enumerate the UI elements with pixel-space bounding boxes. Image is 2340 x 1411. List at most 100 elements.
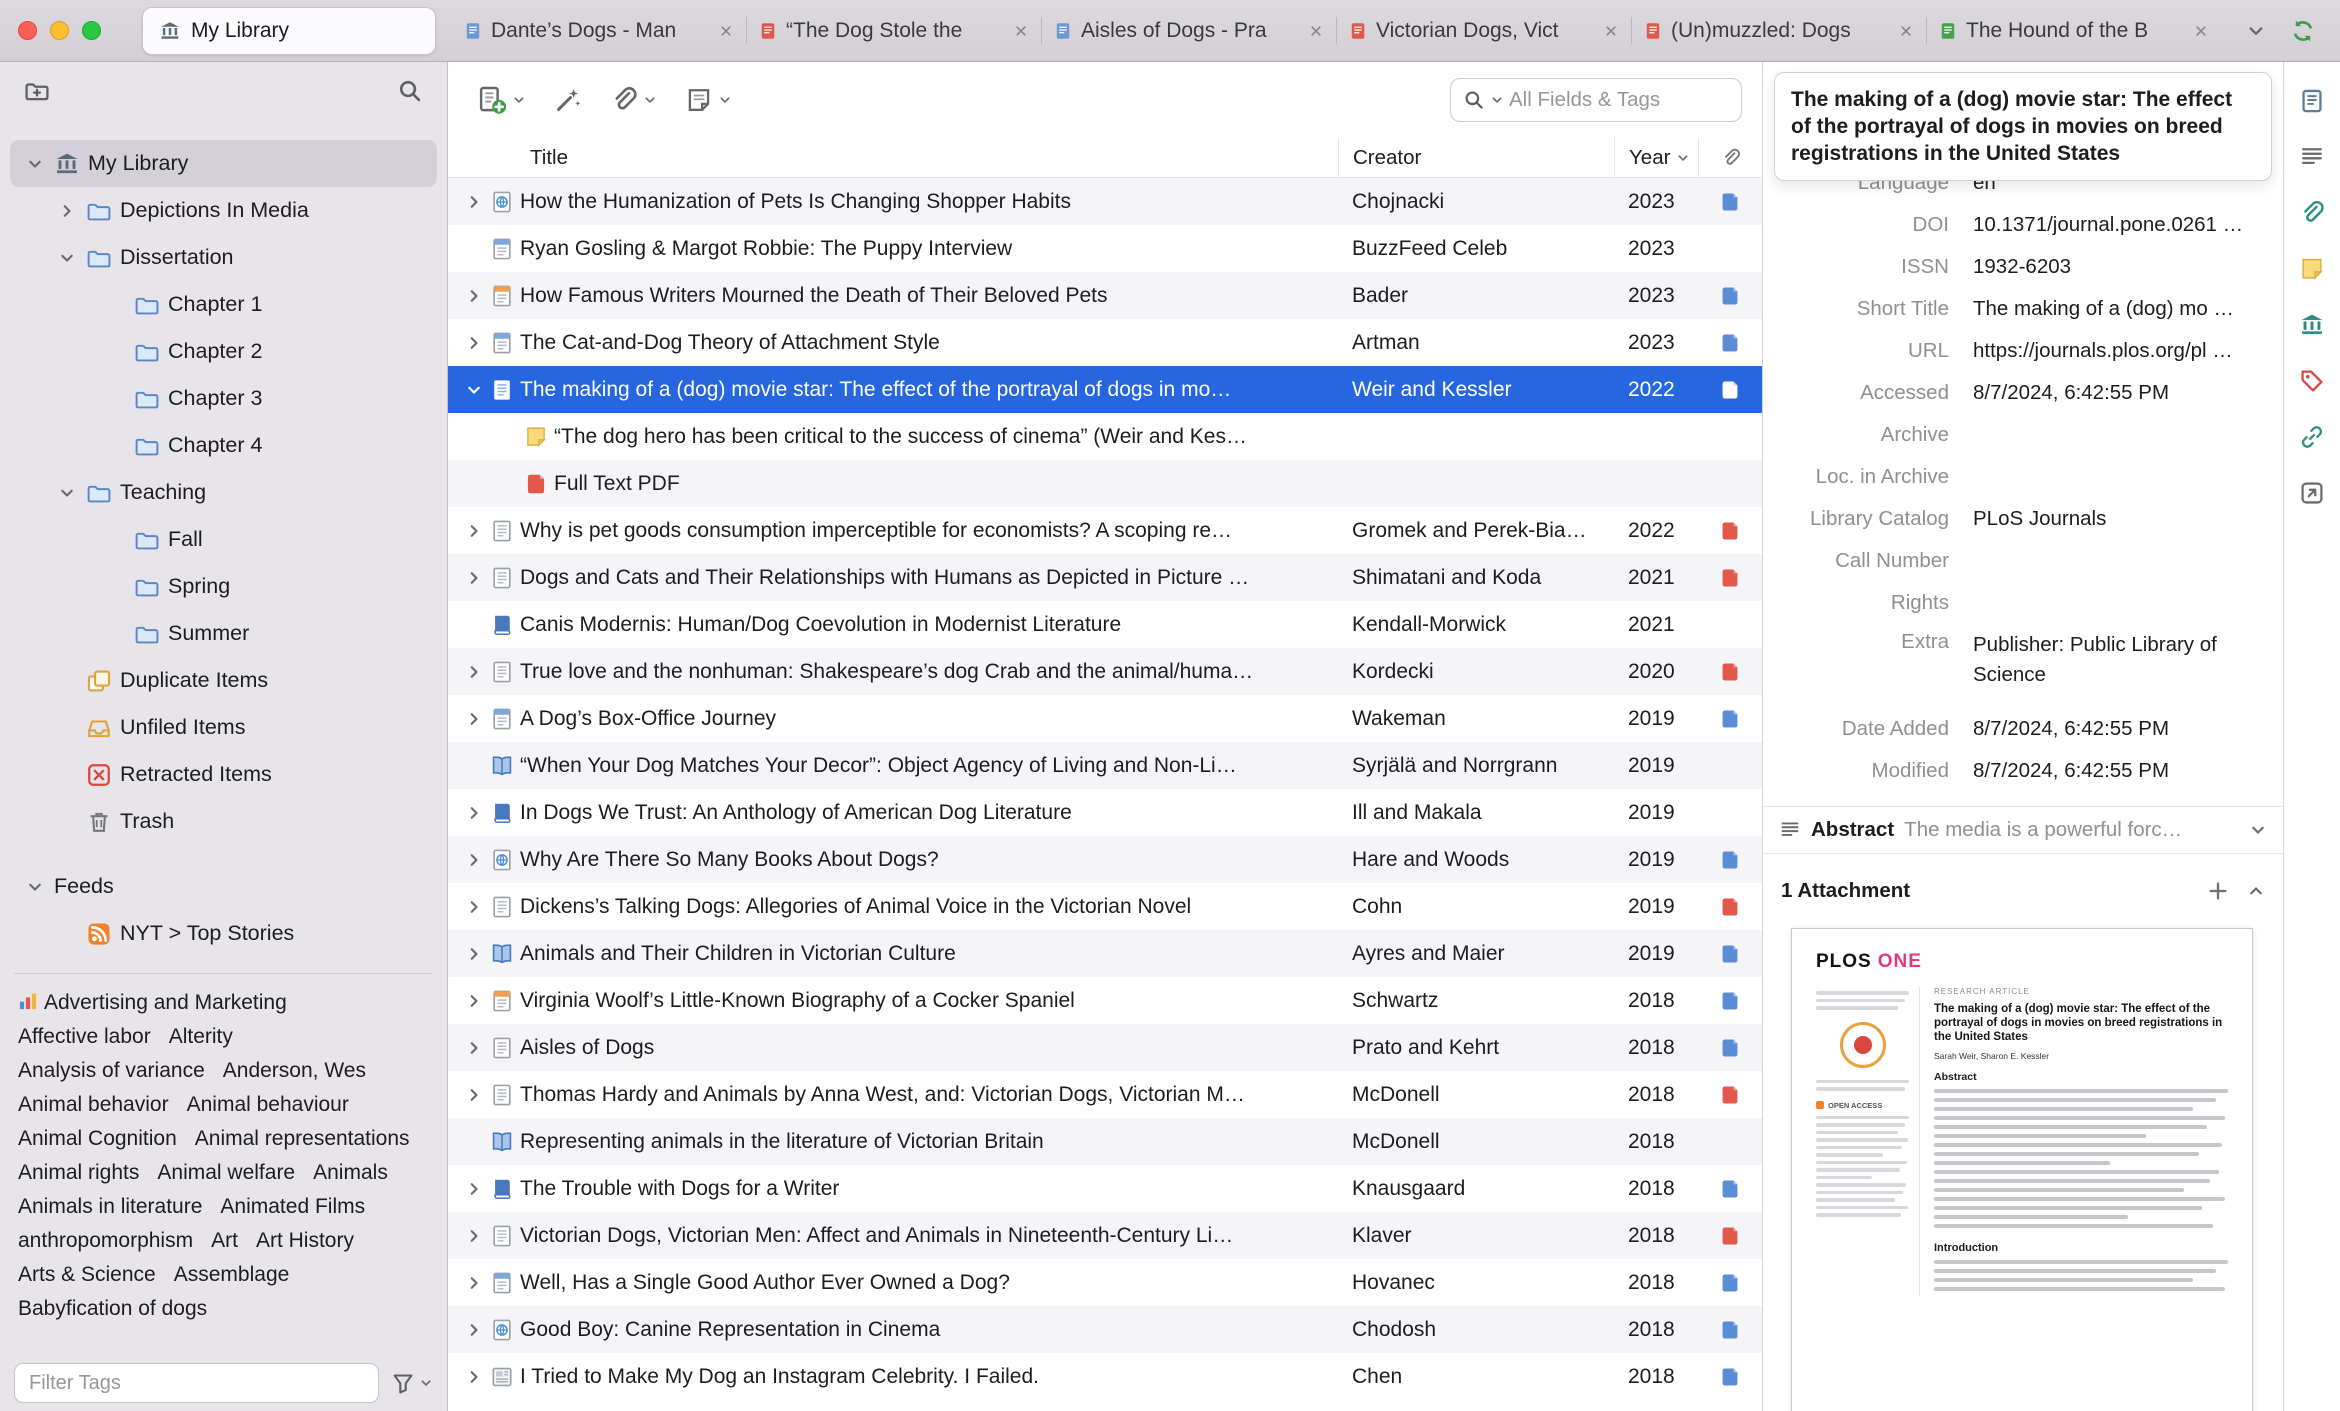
sidebar-item-fall[interactable]: Fall (10, 516, 437, 563)
item-row[interactable]: True love and the nonhuman: Shakespeare’… (448, 648, 1762, 695)
tag-animated-films[interactable]: Animated Films (220, 1190, 365, 1224)
abstract-section[interactable]: Abstract The media is a powerful forc… (1763, 806, 2283, 854)
tag-art-history[interactable]: Art History (256, 1224, 354, 1258)
chevron-down-icon[interactable] (58, 249, 76, 267)
item-row[interactable]: The Trouble with Dogs for a Writer Knausg… (448, 1165, 1762, 1212)
sidebar-item-chapter-1[interactable]: Chapter 1 (10, 281, 437, 328)
item-row[interactable]: Ryan Gosling & Margot Robbie: The Puppy … (448, 225, 1762, 272)
item-row[interactable]: Good Boy: Canine Representation in Cinem… (448, 1306, 1762, 1353)
new-collection-icon[interactable] (24, 78, 50, 104)
item-row[interactable]: Why Are There So Many Books About Dogs? H… (448, 836, 1762, 883)
tag-animal-welfare[interactable]: Animal welfare (157, 1156, 295, 1190)
close-icon[interactable] (718, 23, 734, 39)
chevron-right-icon[interactable] (58, 202, 76, 220)
item-row[interactable]: Canis Modernis: Human/Dog Coevolution in… (448, 601, 1762, 648)
tag-animals-in-literature[interactable]: Animals in literature (18, 1190, 202, 1224)
sidebar-item-chapter-4[interactable]: Chapter 4 (10, 422, 437, 469)
item-row[interactable]: In Dogs We Trust: An Anthology of Americ… (448, 789, 1762, 836)
new-note-button[interactable] (676, 78, 741, 122)
field-url[interactable]: URL https://journals.plos.org/pl … (1763, 330, 2283, 372)
tag-animal-rights[interactable]: Animal rights (18, 1156, 139, 1190)
attachment-row[interactable]: “The dog hero has been critical to the s… (448, 413, 1762, 460)
attachments-pane-icon[interactable] (2299, 200, 2325, 226)
sidebar-item-duplicate-items[interactable]: Duplicate Items (10, 657, 437, 704)
sidebar-item-chapter-2[interactable]: Chapter 2 (10, 328, 437, 375)
tag-anderson-wes[interactable]: Anderson, Wes (223, 1054, 366, 1088)
field-library-catalog[interactable]: Library Catalog PLoS Journals (1763, 498, 2283, 540)
item-row[interactable]: How the Humanization of Pets Is Changing… (448, 178, 1762, 225)
field-modified[interactable]: Modified 8/7/2024, 6:42:55 PM (1763, 750, 2283, 792)
tag-alterity[interactable]: Alterity (169, 1020, 233, 1054)
chevron-right-icon[interactable] (465, 287, 483, 305)
tags-pane-icon[interactable] (2299, 368, 2325, 394)
tag-filter-options[interactable] (391, 1371, 433, 1395)
field-loc-in-archive[interactable]: Loc. in Archive (1763, 456, 2283, 498)
field-value[interactable]: Publisher: Public Library of Science (1973, 630, 2267, 690)
tag-art[interactable]: Art (211, 1224, 238, 1258)
chevron-up-icon[interactable] (2247, 882, 2265, 900)
column-title[interactable]: Title (448, 138, 1338, 177)
item-row[interactable]: Why is pet goods consumption imperceptib… (448, 507, 1762, 554)
close-icon[interactable] (1603, 23, 1619, 39)
tab-aisles-of-dogs-pra[interactable]: Aisles of Dogs - Pra (1041, 0, 1336, 61)
tab-the-hound-of-the-b[interactable]: The Hound of the B (1926, 0, 2221, 61)
field-value[interactable]: PLoS Journals (1973, 507, 2267, 531)
tag-assemblage[interactable]: Assemblage (174, 1258, 290, 1292)
chevron-right-icon[interactable] (465, 1227, 483, 1245)
chevron-down-icon[interactable] (26, 878, 44, 896)
tag-filter-input[interactable] (14, 1363, 379, 1403)
chevron-down-icon[interactable] (2249, 821, 2267, 839)
sidebar-item-teaching[interactable]: Teaching (10, 469, 437, 516)
attachment-preview[interactable]: PLOS ONE OPEN ACCESS RESEARCH ARTICLE The… (1791, 928, 2253, 1411)
item-row[interactable]: The making of a (dog) movie star: The ef… (448, 366, 1762, 413)
tab-un-muzzled-dogs[interactable]: (Un)muzzled: Dogs (1631, 0, 1926, 61)
chevron-right-icon[interactable] (465, 1274, 483, 1292)
field-date-added[interactable]: Date Added 8/7/2024, 6:42:55 PM (1763, 708, 2283, 750)
close-icon[interactable] (1898, 23, 1914, 39)
item-row[interactable]: “When Your Dog Matches Your Decor”: Obje… (448, 742, 1762, 789)
item-row[interactable]: Virginia Woolf’s Little-Known Biography … (448, 977, 1762, 1024)
tab-the-dog-stole-the[interactable]: “The Dog Stole the (746, 0, 1041, 61)
sync-icon[interactable] (2290, 18, 2316, 44)
chevron-down-icon[interactable] (26, 155, 44, 173)
close-icon[interactable] (1308, 23, 1324, 39)
tag-affective-labor[interactable]: Affective labor (18, 1020, 151, 1054)
abstract-pane-icon[interactable] (2299, 144, 2325, 170)
chevron-right-icon[interactable] (465, 663, 483, 681)
search-input[interactable]: All Fields & Tags (1450, 78, 1742, 122)
field-value[interactable]: 8/7/2024, 6:42:55 PM (1973, 717, 2267, 741)
sidebar-item-unfiled-items[interactable]: Unfiled Items (10, 704, 437, 751)
item-row[interactable]: The Cat-and-Dog Theory of Attachment Sty… (448, 319, 1762, 366)
field-accessed[interactable]: Accessed 8/7/2024, 6:42:55 PM (1763, 372, 2283, 414)
chevron-right-icon[interactable] (465, 522, 483, 540)
sidebar-item-summer[interactable]: Summer (10, 610, 437, 657)
item-row[interactable]: Dickens’s Talking Dogs: Allegories of An… (448, 883, 1762, 930)
chevron-right-icon[interactable] (465, 1086, 483, 1104)
locate-pane-icon[interactable] (2299, 480, 2325, 506)
item-row[interactable]: How Famous Writers Mourned the Death of … (448, 272, 1762, 319)
close-icon[interactable] (2193, 23, 2209, 39)
info-pane-icon[interactable] (2299, 88, 2325, 114)
field-archive[interactable]: Archive (1763, 414, 2283, 456)
field-doi[interactable]: DOI 10.1371/journal.pone.0261 … (1763, 204, 2283, 246)
chevron-down-icon[interactable] (465, 381, 483, 399)
add-attachment-icon[interactable] (2207, 880, 2229, 902)
tabs-menu-icon[interactable] (2246, 21, 2266, 41)
sidebar-item-feeds[interactable]: Feeds (10, 863, 437, 910)
item-row[interactable]: A Dog’s Box-Office Journey Wakeman 2019 (448, 695, 1762, 742)
sidebar-item-trash[interactable]: Trash (10, 798, 437, 845)
add-attachment-button[interactable] (601, 78, 666, 122)
field-value[interactable]: 8/7/2024, 6:42:55 PM (1973, 381, 2267, 405)
item-row[interactable]: Representing animals in the literature o… (448, 1118, 1762, 1165)
chevron-right-icon[interactable] (465, 945, 483, 963)
chevron-right-icon[interactable] (465, 898, 483, 916)
chevron-right-icon[interactable] (465, 851, 483, 869)
tag-animal-behavior[interactable]: Animal behavior (18, 1088, 169, 1122)
column-creator[interactable]: Creator (1338, 138, 1614, 177)
sidebar-item-nyt-top-stories[interactable]: NYT > Top Stories (10, 910, 437, 957)
tag-animal-behaviour[interactable]: Animal behaviour (187, 1088, 349, 1122)
chevron-right-icon[interactable] (465, 334, 483, 352)
item-row[interactable]: Aisles of Dogs Prato and Kehrt 2018 (448, 1024, 1762, 1071)
field-value[interactable]: 8/7/2024, 6:42:55 PM (1973, 759, 2267, 783)
tag-analysis-of-variance[interactable]: Analysis of variance (18, 1054, 205, 1088)
